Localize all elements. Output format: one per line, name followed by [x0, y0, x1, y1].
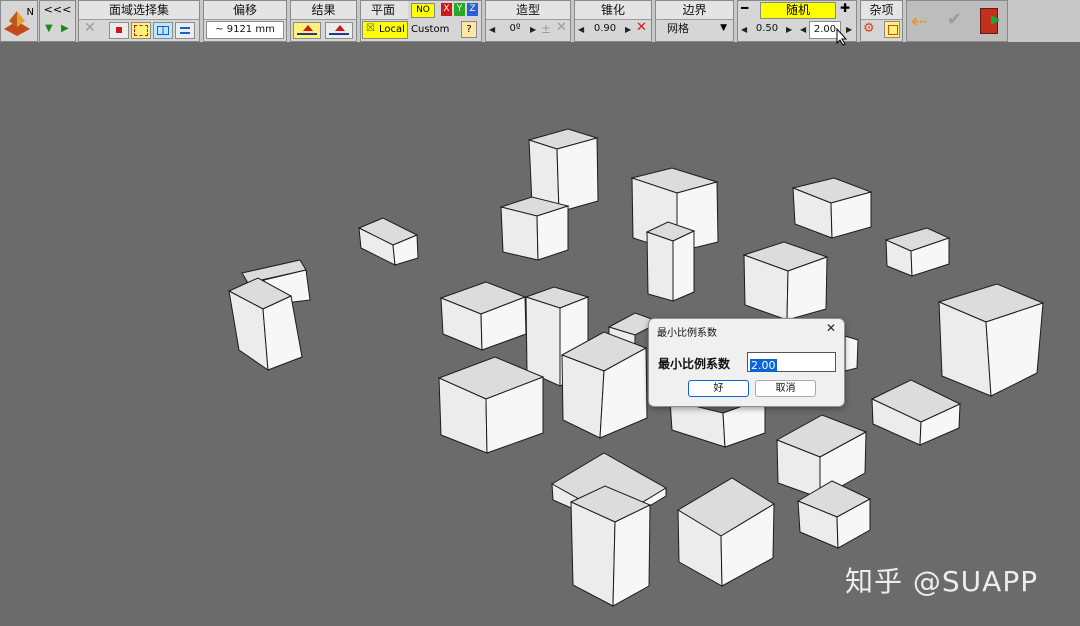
shape-angle-decrease-icon[interactable]: ◀ — [489, 25, 495, 35]
box — [499, 196, 570, 261]
nav-group: <<< ▼ ▶ — [39, 0, 76, 42]
taper-group: 锥化 ◀ 0.90 ▶ ✕ — [574, 0, 652, 42]
box — [437, 356, 545, 454]
custom-plane-button[interactable]: Custom — [411, 24, 449, 35]
play-arrow-icon[interactable]: ▶ — [61, 23, 69, 34]
offset-title: 偏移 — [204, 1, 286, 20]
misc-title: 杂项 — [861, 1, 902, 20]
axis-z-toggle[interactable]: Z — [467, 3, 478, 16]
box — [439, 281, 527, 351]
boundary-group: 边界 网格 ▼ — [655, 0, 734, 42]
random-min-increase-icon[interactable]: ▶ — [786, 25, 792, 35]
down-arrow-icon[interactable]: ▼ — [45, 23, 53, 34]
random-title[interactable]: 随机 — [760, 2, 836, 19]
face-select-group: 面域选择集 ✕ — [78, 0, 200, 42]
taper-clear-icon[interactable]: ✕ — [636, 20, 647, 35]
undo-icon[interactable]: ⇠ — [911, 9, 928, 33]
gear-icon[interactable]: ⚙ — [863, 21, 875, 36]
axis-x-toggle[interactable]: X — [441, 3, 452, 16]
commit-group: ⇠ ✔ — [906, 0, 1008, 42]
plane-group: 平面 NO X Y Z ☒ Local Custom ? — [360, 0, 482, 42]
min-scale-input[interactable]: 2.00 — [747, 352, 836, 372]
box — [569, 485, 652, 607]
plane-title: 平面 — [361, 1, 408, 20]
min-scale-label: 最小比例系数 — [658, 357, 731, 371]
box — [775, 414, 868, 499]
result-extrude-icon[interactable] — [293, 22, 321, 39]
box — [884, 227, 951, 277]
boundary-title: 边界 — [656, 1, 733, 20]
axis-y-toggle[interactable]: Y — [454, 3, 465, 16]
misc-group: 杂项 ⚙ — [860, 0, 903, 42]
shape-group: 造型 ◀ 0º ▶ ± ✕ — [485, 0, 571, 42]
shape-title: 造型 — [486, 1, 570, 20]
min-scale-dialog: 最小比例系数 ✕ 最小比例系数 2.00 好 取消 — [648, 318, 845, 407]
taper-title: 锥化 — [575, 1, 651, 20]
box — [870, 379, 962, 446]
result-offset-icon[interactable] — [325, 22, 353, 39]
taper-input[interactable]: 0.90 — [587, 21, 623, 39]
close-icon[interactable]: ✕ — [826, 321, 836, 335]
box — [357, 217, 419, 266]
random-minus-button[interactable]: ━ — [741, 1, 748, 15]
check-icon[interactable]: ✔ — [947, 9, 962, 30]
select-single-icon[interactable] — [109, 22, 129, 39]
box — [791, 177, 873, 239]
north-label: N — [26, 7, 34, 18]
scale-icon[interactable] — [884, 21, 900, 38]
box — [742, 241, 829, 321]
result-group: 结果 — [290, 0, 357, 42]
shape-angle-increase-icon[interactable]: ▶ — [530, 25, 536, 35]
offset-input[interactable]: ~ 9121 mm — [206, 21, 284, 39]
taper-increase-icon[interactable]: ▶ — [625, 25, 631, 35]
box — [645, 221, 696, 302]
min-scale-input-value: 2.00 — [750, 359, 777, 372]
chevron-down-icon[interactable]: ▼ — [720, 23, 727, 33]
logo-group: N — [0, 0, 38, 42]
shape-clear-icon[interactable]: ✕ — [556, 20, 567, 35]
plus-minus-button[interactable]: ± — [541, 22, 551, 36]
box — [937, 283, 1045, 397]
toolbar: N <<< ▼ ▶ 面域选择集 ✕ 偏移 ~ 9121 mm 结果 平面 NO … — [0, 0, 1080, 46]
help-button[interactable]: ? — [461, 21, 477, 38]
exit-icon[interactable] — [980, 8, 1000, 34]
checkbox-icon: ☒ — [366, 23, 375, 34]
random-plus-button[interactable]: ✚ — [840, 1, 850, 15]
offset-group: 偏移 ~ 9121 mm — [203, 0, 287, 42]
cancel-button[interactable]: 取消 — [755, 380, 816, 397]
watermark: 知乎 @SUAPP — [845, 565, 1039, 598]
select-region-icon[interactable] — [131, 22, 151, 39]
ok-button[interactable]: 好 — [688, 380, 749, 397]
random-max-decrease-icon[interactable]: ◀ — [800, 25, 806, 35]
dialog-title: 最小比例系数 — [657, 328, 717, 339]
random-min-input[interactable]: 0.50 — [750, 21, 784, 39]
random-min-decrease-icon[interactable]: ◀ — [741, 25, 747, 35]
viewport-scene[interactable] — [0, 42, 1080, 626]
select-grid-icon[interactable] — [153, 22, 173, 39]
local-plane-button[interactable]: ☒ Local — [362, 21, 408, 39]
result-title: 结果 — [291, 1, 356, 20]
prev-button[interactable]: <<< — [40, 3, 75, 16]
box — [560, 331, 648, 439]
box — [844, 335, 859, 372]
select-stack-icon[interactable] — [175, 22, 195, 39]
shape-angle-input[interactable]: 0º — [498, 21, 532, 39]
taper-decrease-icon[interactable]: ◀ — [578, 25, 584, 35]
plane-no-toggle[interactable]: NO — [411, 3, 435, 18]
box — [677, 477, 775, 587]
clear-selection-icon[interactable]: ✕ — [84, 20, 96, 36]
local-plane-label: Local — [379, 24, 405, 35]
face-select-title: 面域选择集 — [79, 1, 199, 20]
